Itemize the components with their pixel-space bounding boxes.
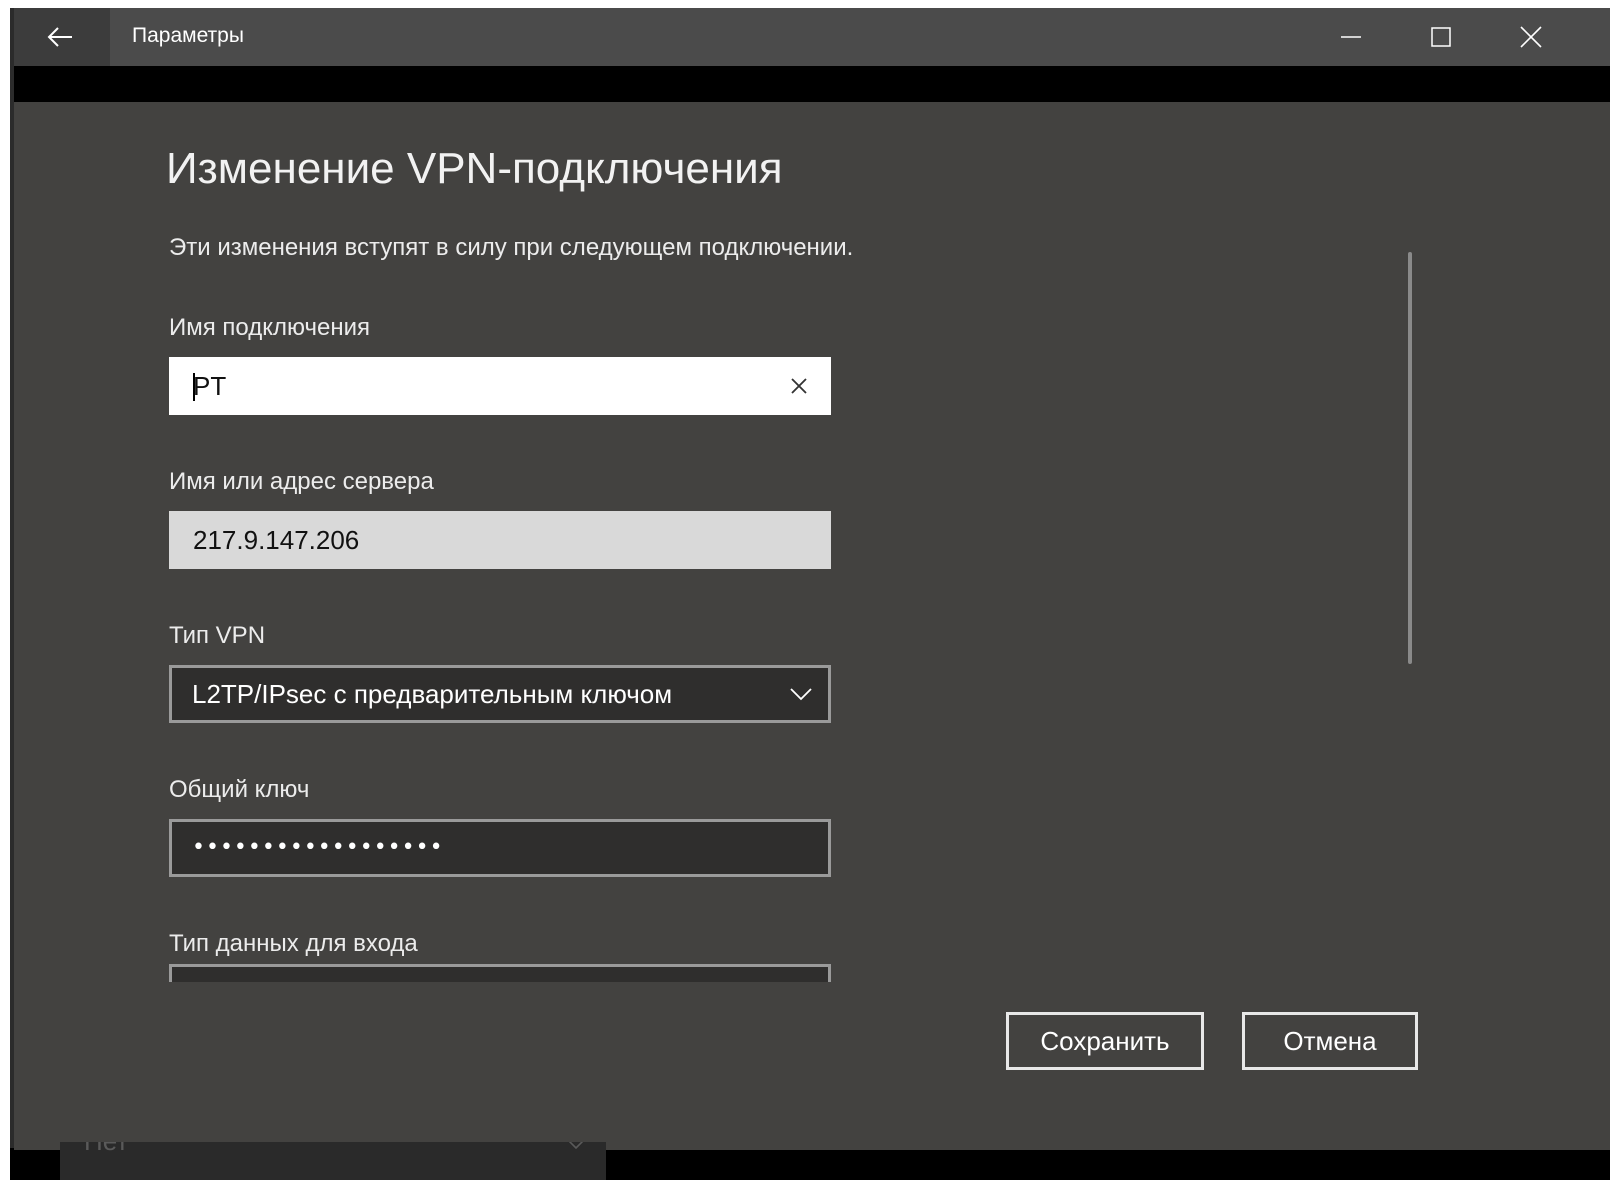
chevron-down-icon <box>790 688 812 701</box>
window-title: Параметры <box>132 24 244 47</box>
vpn-type-select[interactable]: L2TP/IPsec с предварительным ключом <box>169 665 831 723</box>
signin-type-select[interactable] <box>169 964 831 982</box>
server-label: Имя или адрес сервера <box>169 468 434 495</box>
background-select: Нет <box>60 1142 606 1180</box>
maximize-icon <box>1431 27 1451 47</box>
server-value: 217.9.147.206 <box>193 525 360 555</box>
close-button[interactable] <box>1486 8 1576 66</box>
shared-key-label: Общий ключ <box>169 776 310 803</box>
title-bar: Параметры <box>10 8 1610 66</box>
back-button[interactable] <box>10 8 110 66</box>
arrow-left-icon <box>47 27 72 47</box>
close-icon <box>1520 26 1542 48</box>
edit-vpn-dialog: Изменение VPN-подключения Эти изменения … <box>14 102 1610 1150</box>
shared-key-value: •••••••••••••••••• <box>192 835 444 860</box>
dialog-subtitle: Эти изменения вступят в силу при следующ… <box>169 234 854 261</box>
server-input[interactable]: 217.9.147.206 <box>169 511 831 569</box>
scrollbar[interactable] <box>1408 252 1412 664</box>
clear-text-button[interactable] <box>777 365 821 407</box>
window-left-edge <box>10 8 14 1148</box>
signin-type-label: Тип данных для входа <box>169 930 418 957</box>
connection-name-input[interactable]: PT <box>169 357 831 415</box>
form-scroll-area[interactable]: Изменение VPN-подключения Эти изменения … <box>14 102 1610 982</box>
screen: Параметры Изменение VPN-подключения Эти … <box>0 0 1610 1180</box>
minimize-button[interactable] <box>1306 8 1396 66</box>
minimize-icon <box>1341 36 1361 38</box>
connection-name-value: PT <box>193 371 227 401</box>
dialog-heading: Изменение VPN-подключения <box>166 144 783 193</box>
cancel-button[interactable]: Отмена <box>1242 1012 1418 1070</box>
vpn-type-value: L2TP/IPsec с предварительным ключом <box>192 679 673 709</box>
vpn-type-label: Тип VPN <box>169 622 266 649</box>
save-button[interactable]: Сохранить <box>1006 1012 1204 1070</box>
connection-name-label: Имя подключения <box>169 314 370 341</box>
chevron-down-icon <box>568 1142 584 1150</box>
settings-window: Параметры Изменение VPN-подключения Эти … <box>10 8 1610 1180</box>
close-icon <box>791 378 807 394</box>
maximize-button[interactable] <box>1396 8 1486 66</box>
shared-key-input[interactable]: •••••••••••••••••• <box>169 819 831 877</box>
background-select-value: Нет <box>84 1142 128 1157</box>
